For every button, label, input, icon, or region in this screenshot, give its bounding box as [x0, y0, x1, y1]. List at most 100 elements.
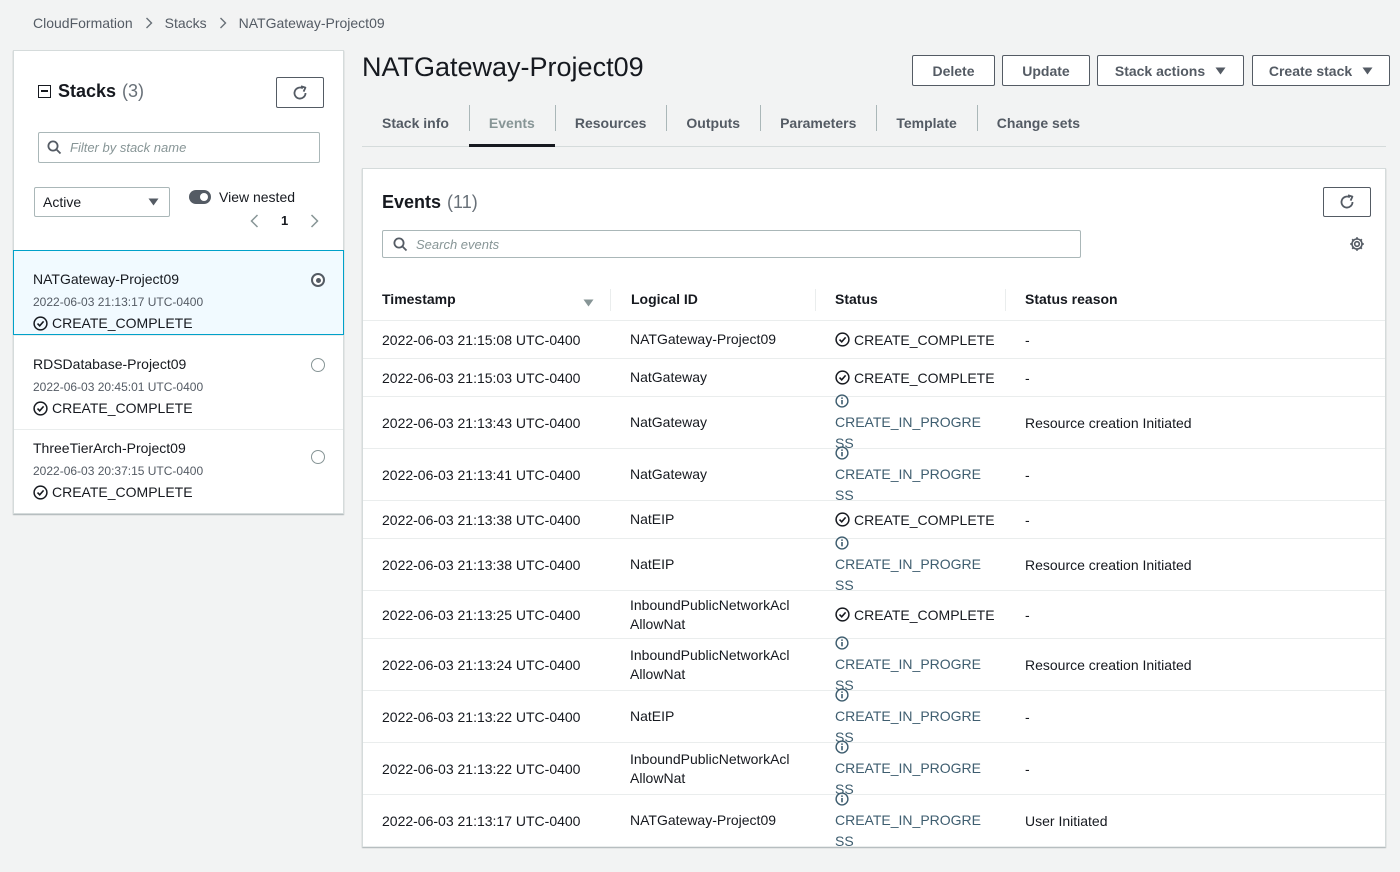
stack-status-select[interactable]: Active [34, 187, 170, 217]
stacks-panel-header: Stacks (3) [38, 81, 144, 102]
event-timestamp: 2022-06-03 21:13:38 UTC-0400 [382, 511, 581, 528]
event-timestamp: 2022-06-03 21:13:43 UTC-0400 [382, 414, 581, 431]
event-timestamp: 2022-06-03 21:13:24 UTC-0400 [382, 656, 581, 673]
event-logical-id-line: NATGateway-Project09 [630, 331, 777, 347]
event-status-reason: User Initiated [1025, 812, 1108, 829]
column-divider [1005, 289, 1006, 311]
events-search-input[interactable] [416, 236, 1080, 252]
event-logical-id: NatEIP [630, 691, 800, 742]
event-logical-id: NatGateway [630, 397, 800, 448]
event-logical-id-line: NATGateway-Project09 [630, 812, 777, 828]
event-logical-id-line: NatGateway [630, 466, 708, 482]
stack-status: CREATE_COMPLETE [33, 315, 343, 331]
event-status: CREATE_IN_PROGRE SS [835, 446, 995, 503]
column-header-timestamp[interactable]: Timestamp [382, 276, 456, 321]
chevron-left-icon[interactable] [250, 213, 259, 228]
stack-radio[interactable] [311, 450, 325, 464]
event-status-line: SS [835, 833, 854, 849]
check-circle-icon [33, 400, 48, 416]
stack-actions-button[interactable]: Stack actions [1097, 55, 1244, 86]
event-logical-id: NatEIP [630, 539, 800, 590]
event-timestamp: 2022-06-03 21:13:41 UTC-0400 [382, 466, 581, 483]
event-status: CREATE_COMPLETE [835, 321, 995, 358]
create-stack-button[interactable]: Create stack [1252, 55, 1390, 86]
stack-name[interactable]: RDSDatabase-Project09 [33, 356, 343, 372]
events-table-header: Timestamp Logical ID Status Status reaso… [363, 276, 1385, 321]
event-status-text: CREATE_IN_PROGRE [835, 760, 981, 776]
breadcrumb-current: NATGateway-Project09 [238, 15, 385, 31]
event-status-text: CREATE_COMPLETE [854, 511, 995, 528]
column-header-status-reason[interactable]: Status reason [1025, 276, 1118, 321]
event-status-line: CREATE_IN_PROGRE [835, 789, 985, 831]
sort-icon[interactable] [583, 294, 594, 310]
stack-actions-label: Stack actions [1114, 62, 1206, 79]
chevron-right-icon[interactable] [310, 213, 319, 228]
stack-date: 2022-06-03 21:13:17 UTC-0400 [33, 295, 204, 309]
chevron-right-icon [219, 17, 227, 29]
current-page[interactable]: 1 [281, 213, 288, 228]
stack-item[interactable]: RDSDatabase-Project09 2022-06-03 20:45:0… [14, 335, 343, 420]
event-status-text: CREATE_COMPLETE [854, 606, 995, 623]
update-button[interactable]: Update [1002, 55, 1090, 86]
stacks-pagination: 1 [250, 213, 319, 228]
tab-parameters[interactable]: Parameters [760, 100, 876, 146]
event-status: CREATE_IN_PROGRE SS [835, 688, 995, 745]
breadcrumb-cloudformation[interactable]: CloudFormation [33, 15, 133, 31]
stack-radio[interactable] [311, 273, 325, 287]
breadcrumb-stacks[interactable]: Stacks [165, 15, 207, 31]
event-timestamp: 2022-06-03 21:13:17 UTC-0400 [382, 812, 581, 829]
event-status: CREATE_IN_PROGRE SS [835, 792, 995, 849]
table-row: 2022-06-03 21:13:17 UTC-0400 NATGateway-P… [363, 792, 1385, 849]
column-divider [815, 289, 816, 311]
event-timestamp: 2022-06-03 21:13:22 UTC-0400 [382, 760, 581, 777]
column-header-status[interactable]: Status [835, 276, 878, 321]
tab-outputs[interactable]: Outputs [666, 100, 760, 146]
event-status-reason: - [1025, 466, 1030, 483]
delete-button[interactable]: Delete [912, 55, 995, 86]
event-status-text: CREATE_IN_PROGRE [835, 414, 981, 430]
event-status-reason: Resource creation Initiated [1025, 414, 1192, 431]
event-status-text: CREATE_COMPLETE [854, 331, 995, 348]
collapse-icon[interactable] [38, 85, 51, 98]
stack-filter-input[interactable] [70, 140, 319, 155]
tab-events[interactable]: Events [468, 100, 555, 147]
event-status: CREATE_COMPLETE [835, 591, 995, 638]
event-logical-id: InboundPublicNetworkAcl AllowNat [630, 591, 800, 638]
event-logical-id: NatGateway [630, 359, 800, 396]
stacks-refresh-button[interactable] [276, 77, 324, 108]
event-status: CREATE_IN_PROGRE SS [835, 636, 995, 693]
stack-name[interactable]: NATGateway-Project09 [33, 271, 343, 287]
gear-icon[interactable] [1349, 236, 1365, 252]
check-circle-icon [33, 484, 48, 500]
tab-stack-info[interactable]: Stack info [362, 100, 469, 146]
status-complete: CREATE_COMPLETE [835, 512, 995, 528]
event-status-reason: - [1025, 369, 1030, 386]
stack-name[interactable]: ThreeTierArch-Project09 [33, 440, 343, 456]
table-row: 2022-06-03 21:13:24 UTC-0400 InboundPubli… [363, 636, 1385, 693]
column-header-logical-id[interactable]: Logical ID [631, 276, 698, 321]
event-timestamp: 2022-06-03 21:15:03 UTC-0400 [382, 369, 581, 386]
stack-radio[interactable] [311, 358, 325, 372]
event-status: CREATE_IN_PROGRE SS [835, 740, 995, 797]
stack-item[interactable]: NATGateway-Project09 2022-06-03 21:13:17… [13, 250, 344, 335]
check-circle-icon [835, 370, 850, 385]
event-logical-id-line: NatGateway [630, 414, 708, 430]
stack-item[interactable]: ThreeTierArch-Project09 2022-06-03 20:37… [14, 429, 343, 514]
event-timestamp: 2022-06-03 21:13:25 UTC-0400 [382, 606, 581, 623]
view-nested-toggle[interactable] [189, 190, 211, 204]
event-logical-id: NatEIP [630, 501, 800, 538]
event-logical-id: NATGateway-Project09 [630, 795, 800, 846]
event-logical-id-line: InboundPublicNetworkAcl [630, 646, 790, 663]
page-title: NATGateway-Project09 [362, 52, 644, 82]
event-logical-id-line: NatGateway [630, 369, 708, 385]
caret-down-icon [1215, 67, 1226, 75]
event-status-line: CREATE_IN_PROGRE [835, 737, 985, 779]
tab-template[interactable]: Template [876, 100, 976, 146]
info-circle-icon [835, 792, 849, 806]
tab-resources[interactable]: Resources [554, 100, 667, 146]
event-status-line: CREATE_IN_PROGRE [835, 533, 985, 575]
info-circle-icon [835, 394, 849, 408]
tab-change-sets[interactable]: Change sets [976, 100, 1100, 146]
events-refresh-button[interactable] [1323, 187, 1371, 217]
event-logical-id: InboundPublicNetworkAcl AllowNat [630, 743, 800, 794]
